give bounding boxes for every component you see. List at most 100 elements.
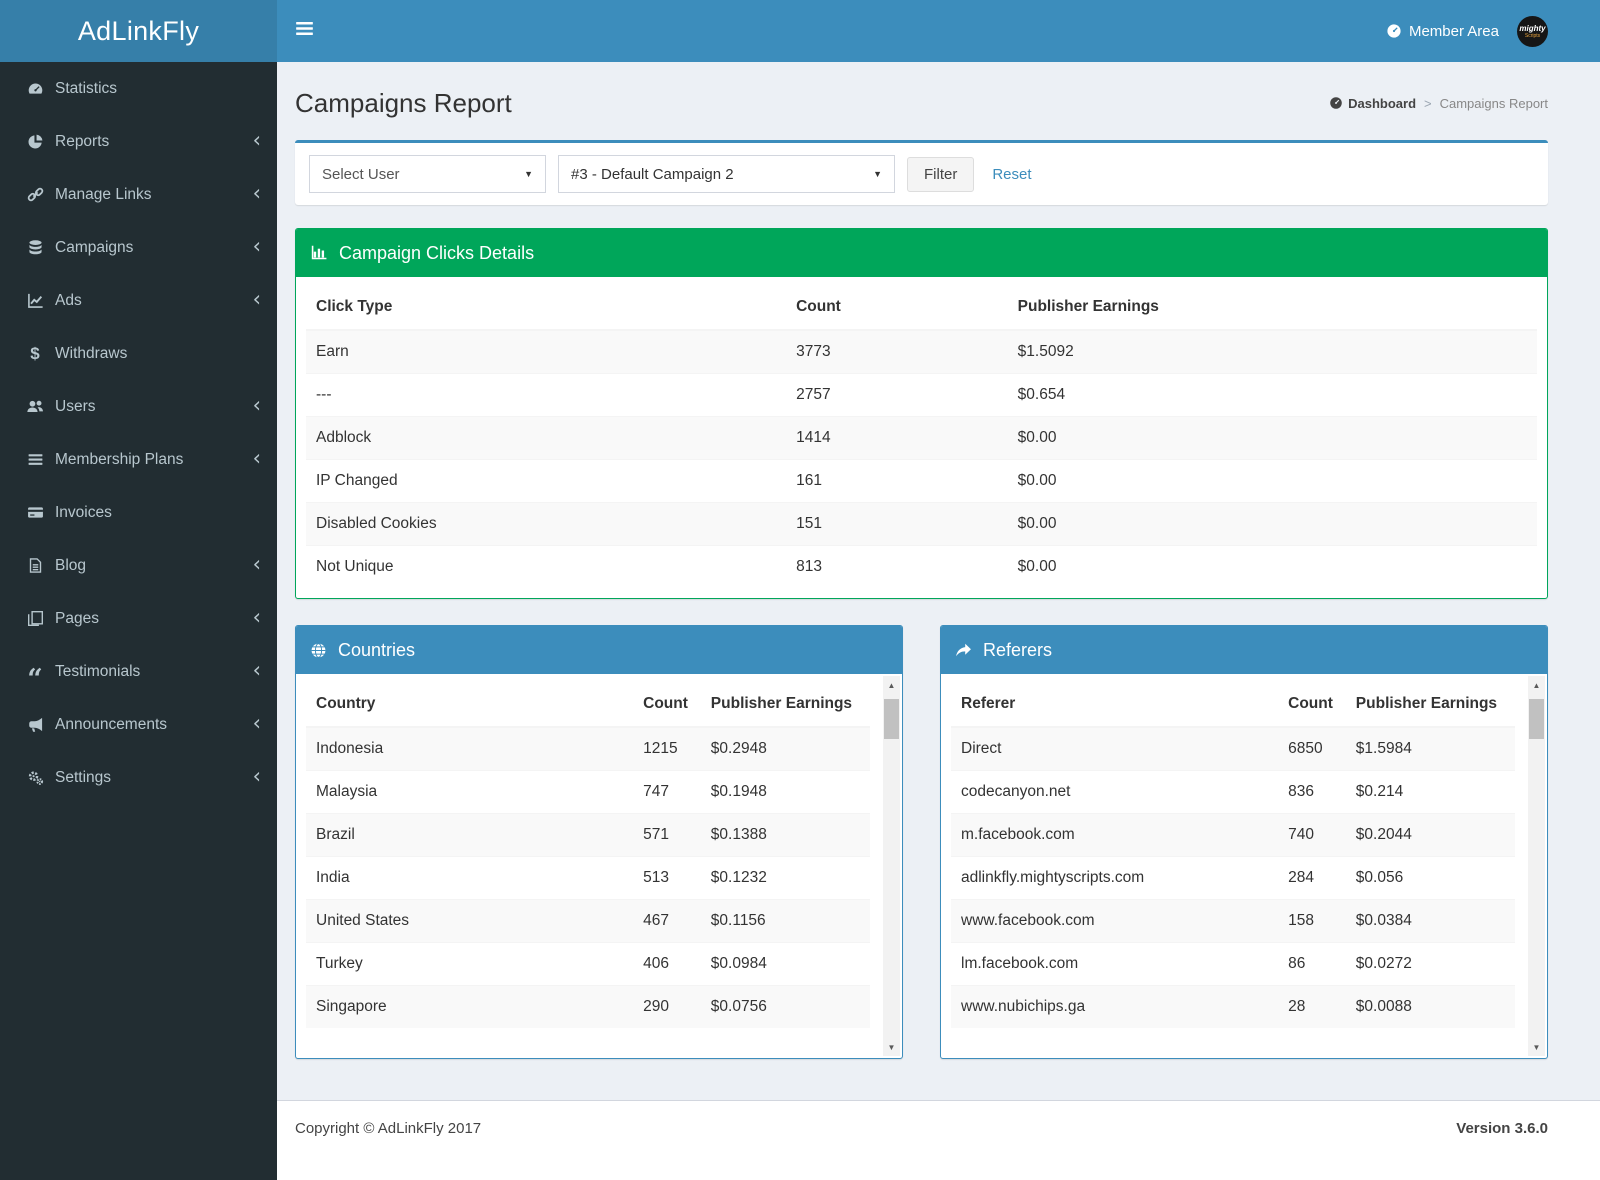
user-select[interactable]: Select User ▼: [309, 155, 546, 193]
sidebar-item-label: Testimonials: [55, 663, 253, 681]
table-cell: www.facebook.com: [951, 900, 1278, 943]
referers-panel: Referers Referer Count Publisher Earning…: [940, 625, 1548, 1059]
scroll-thumb[interactable]: [884, 699, 899, 739]
scroll-up-arrow[interactable]: ▲: [1528, 677, 1545, 693]
scroll-up-arrow[interactable]: ▲: [883, 677, 900, 693]
breadcrumb-dashboard-link[interactable]: Dashboard: [1329, 96, 1416, 111]
gears-icon: [24, 769, 46, 786]
filter-button[interactable]: Filter: [907, 157, 974, 192]
column-header: Count: [1278, 682, 1346, 727]
gauge-icon: [1329, 96, 1343, 110]
table-cell: $0.1948: [701, 771, 870, 814]
column-header: Publisher Earnings: [1008, 285, 1537, 330]
database-icon: [24, 239, 46, 256]
globe-icon: [310, 642, 327, 659]
table-cell: $0.2044: [1346, 814, 1515, 857]
table-header-row: Click Type Count Publisher Earnings: [306, 285, 1537, 330]
filter-panel: Select User ▼ #3 - Default Campaign 2 ▼ …: [295, 140, 1548, 205]
table-cell: codecanyon.net: [951, 771, 1278, 814]
link-icon: [24, 186, 46, 203]
sidebar-item-pages[interactable]: Pages ‹: [0, 592, 277, 645]
campaign-select[interactable]: #3 - Default Campaign 2 ▼: [558, 155, 895, 193]
table-row: Direct6850$1.5984: [951, 727, 1515, 771]
table-row: IP Changed161$0.00: [306, 460, 1537, 503]
campaign-clicks-header: Campaign Clicks Details: [296, 229, 1547, 277]
panel-title: Referers: [983, 640, 1052, 661]
sidebar-item-announcements[interactable]: Announcements ‹: [0, 698, 277, 751]
table-row: www.facebook.com158$0.0384: [951, 900, 1515, 943]
scroll-down-arrow[interactable]: ▼: [1528, 1039, 1545, 1055]
table-row: United States467$0.1156: [306, 900, 870, 943]
sidebar-item-testimonials[interactable]: “ Testimonials ‹: [0, 645, 277, 698]
table-row: lm.facebook.com86$0.0272: [951, 943, 1515, 986]
chevron-left-icon: ‹: [253, 660, 261, 681]
table-cell: 2757: [786, 374, 1008, 417]
table-row: Earn3773$1.5092: [306, 330, 1537, 374]
scroll-down-arrow[interactable]: ▼: [883, 1039, 900, 1055]
sidebar-item-label: Membership Plans: [55, 451, 253, 469]
brand-logo[interactable]: AdLinkFly: [0, 0, 277, 62]
chevron-left-icon: ‹: [253, 713, 261, 734]
hamburger-icon: [296, 22, 313, 40]
column-header: Publisher Earnings: [1346, 682, 1515, 727]
sidebar-item-withdraws[interactable]: $ Withdraws: [0, 327, 277, 380]
table-cell: adlinkfly.mightyscripts.com: [951, 857, 1278, 900]
avatar[interactable]: mighty Scripts: [1517, 16, 1548, 47]
column-header: Country: [306, 682, 633, 727]
chevron-left-icon: ‹: [253, 236, 261, 257]
tachometer-icon: [24, 80, 46, 97]
panel-title: Campaign Clicks Details: [339, 243, 534, 264]
bar-chart-icon: [310, 244, 328, 262]
credit-card-icon: [24, 504, 46, 521]
pie-chart-icon: [24, 133, 46, 150]
countries-table: Country Count Publisher Earnings Indones…: [306, 682, 870, 1028]
countries-scrollbar[interactable]: ▲ ▼: [883, 676, 900, 1056]
line-chart-icon: [24, 292, 46, 309]
breadcrumb-current: Campaigns Report: [1440, 96, 1548, 111]
table-cell: m.facebook.com: [951, 814, 1278, 857]
table-cell: 571: [633, 814, 701, 857]
avatar-subtext: Scripts: [1525, 33, 1540, 39]
table-cell: $0.00: [1008, 503, 1537, 546]
table-cell: 161: [786, 460, 1008, 503]
table-cell: 86: [1278, 943, 1346, 986]
sidebar-item-statistics[interactable]: Statistics: [0, 62, 277, 115]
referers-table: Referer Count Publisher Earnings Direct6…: [951, 682, 1515, 1028]
table-cell: $0.2948: [701, 727, 870, 771]
sidebar-item-reports[interactable]: Reports ‹: [0, 115, 277, 168]
sidebar-item-users[interactable]: Users ‹: [0, 380, 277, 433]
column-header: Count: [633, 682, 701, 727]
scroll-thumb[interactable]: [1529, 699, 1544, 739]
reset-link[interactable]: Reset: [992, 166, 1031, 183]
table-cell: www.nubichips.ga: [951, 986, 1278, 1029]
table-cell: $0.056: [1346, 857, 1515, 900]
chevron-left-icon: ‹: [253, 554, 261, 575]
sidebar-item-membership-plans[interactable]: Membership Plans ‹: [0, 433, 277, 486]
member-area-label: Member Area: [1409, 23, 1499, 40]
sidebar-item-label: Statistics: [55, 80, 261, 98]
sidebar-item-blog[interactable]: Blog ‹: [0, 539, 277, 592]
table-cell: Earn: [306, 330, 786, 374]
table-row: India513$0.1232: [306, 857, 870, 900]
chevron-left-icon: ‹: [253, 607, 261, 628]
sidebar-item-settings[interactable]: Settings ‹: [0, 751, 277, 804]
avatar-text: mighty: [1519, 24, 1545, 33]
column-header: Referer: [951, 682, 1278, 727]
table-cell: 836: [1278, 771, 1346, 814]
referers-scrollbar[interactable]: ▲ ▼: [1528, 676, 1545, 1056]
sidebar-toggle-button[interactable]: [277, 0, 332, 62]
sidebar-item-manage-links[interactable]: Manage Links ‹: [0, 168, 277, 221]
table-cell: 284: [1278, 857, 1346, 900]
bullhorn-icon: [24, 716, 46, 733]
table-row: codecanyon.net836$0.214: [951, 771, 1515, 814]
sidebar-item-ads[interactable]: Ads ‹: [0, 274, 277, 327]
table-cell: 6850: [1278, 727, 1346, 771]
member-area-link[interactable]: Member Area: [1386, 23, 1499, 40]
sidebar-item-campaigns[interactable]: Campaigns ‹: [0, 221, 277, 274]
share-arrow-icon: [955, 642, 972, 659]
table-header-row: Country Count Publisher Earnings: [306, 682, 870, 727]
table-cell: $1.5092: [1008, 330, 1537, 374]
sidebar-item-invoices[interactable]: Invoices: [0, 486, 277, 539]
table-row: Not Unique813$0.00: [306, 546, 1537, 589]
breadcrumb-separator: >: [1424, 96, 1432, 111]
